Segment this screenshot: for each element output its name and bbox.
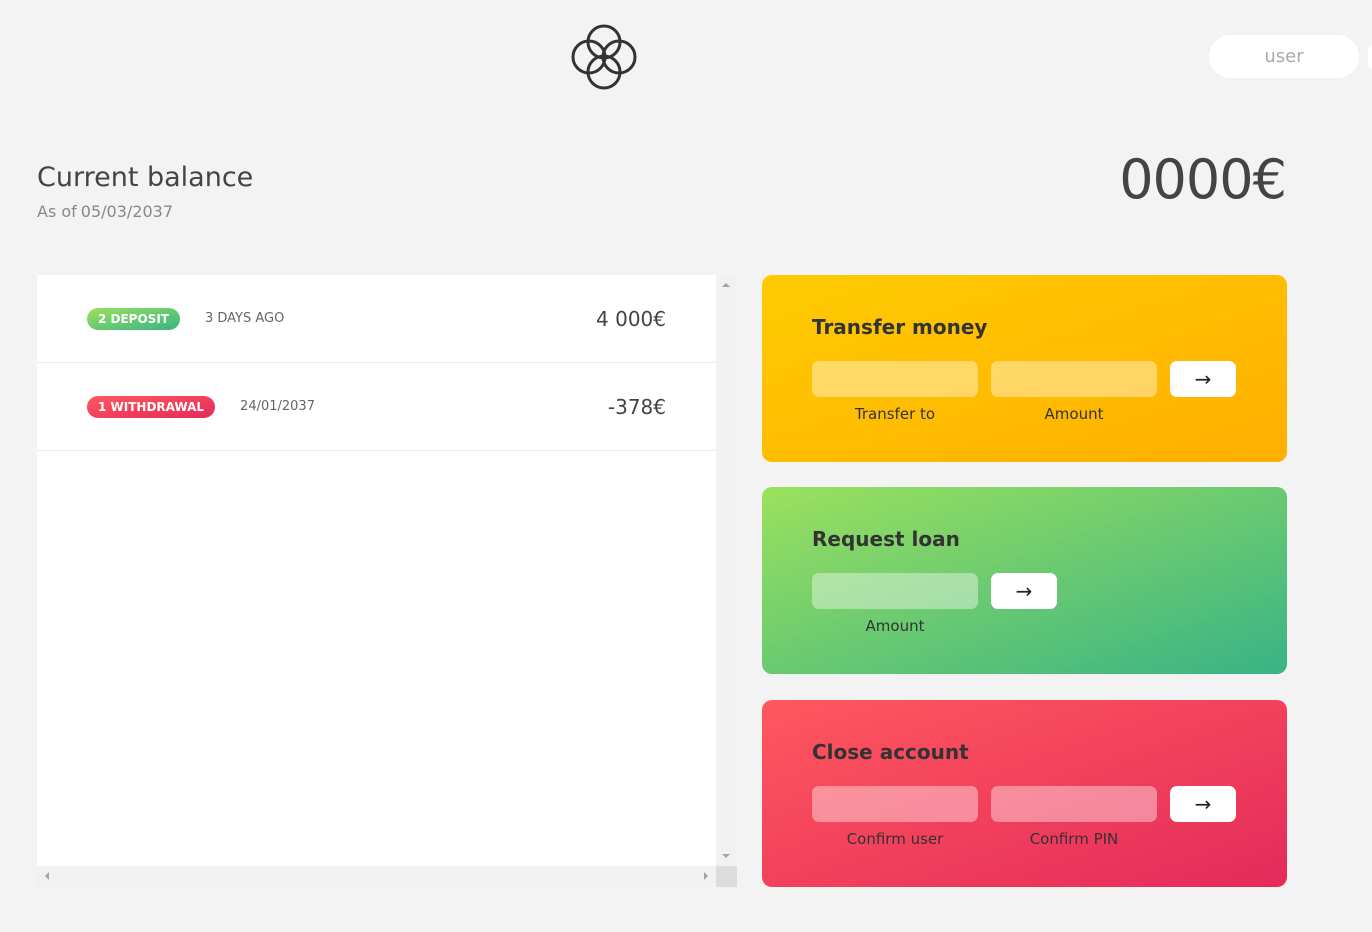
transfer-to-input[interactable] <box>812 361 978 397</box>
balance-date-label: As of <box>37 202 77 221</box>
scroll-up-arrow-icon[interactable] <box>722 283 730 287</box>
balance-date-value: 05/03/2037 <box>80 202 174 221</box>
transfer-title: Transfer money <box>812 315 988 339</box>
movement-row: 1 withdrawal 24/01/2037 -378€ <box>37 363 716 451</box>
loan-amount-label: Amount <box>865 617 925 635</box>
close-pin-label: Confirm PIN <box>1029 830 1119 848</box>
movement-date: 3 days ago <box>204 311 285 326</box>
movement-date: 24/01/2037 <box>240 399 315 414</box>
close-submit-button[interactable]: → <box>1170 786 1236 822</box>
close-account-card: Close account → Confirm user Confirm PIN <box>762 700 1287 887</box>
balance-value: 0000€ <box>1119 148 1287 211</box>
login-user-input[interactable] <box>1209 35 1359 78</box>
balance-date: As of 05/03/2037 <box>37 202 173 221</box>
four-circles-logo-icon <box>571 24 637 90</box>
loan-card: Request loan → Amount <box>762 487 1287 674</box>
bankist-app: Current balance As of05/03/2037 0000€ 2 … <box>0 0 1372 932</box>
movements-list: 2 deposit 3 days ago 4 000€ 1 withdrawal… <box>37 275 716 866</box>
transfer-form: → Transfer to Amount <box>812 361 1237 423</box>
transfer-card: Transfer money → Transfer to Amount <box>762 275 1287 462</box>
transfer-to-label: Transfer to <box>854 405 936 423</box>
movements-panel[interactable]: 2 deposit 3 days ago 4 000€ 1 withdrawal… <box>37 275 737 887</box>
scroll-left-arrow-icon[interactable] <box>45 872 49 880</box>
loan-form: → Amount <box>812 573 1237 635</box>
close-account-title: Close account <box>812 740 969 764</box>
movement-type-badge: 1 withdrawal <box>87 395 216 418</box>
horizontal-scrollbar[interactable] <box>37 866 716 887</box>
scrollbar-corner <box>716 866 737 887</box>
close-pin-input[interactable] <box>991 786 1157 822</box>
transfer-amount-input[interactable] <box>991 361 1157 397</box>
loan-title: Request loan <box>812 527 960 551</box>
close-account-form: → Confirm user Confirm PIN <box>812 786 1237 848</box>
transfer-amount-label: Amount <box>1044 405 1104 423</box>
movement-value: 4 000€ <box>596 306 666 331</box>
movement-row: 2 deposit 3 days ago 4 000€ <box>37 275 716 363</box>
scroll-down-arrow-icon[interactable] <box>722 854 730 858</box>
movement-type-badge: 2 deposit <box>87 307 180 330</box>
loan-submit-button[interactable]: → <box>991 573 1057 609</box>
close-user-label: Confirm user <box>846 830 944 848</box>
balance-title: Current balance <box>37 162 254 193</box>
vertical-scrollbar[interactable] <box>716 275 737 866</box>
transfer-submit-button[interactable]: → <box>1170 361 1236 397</box>
loan-amount-input[interactable] <box>812 573 978 609</box>
login-pin-input[interactable] <box>1368 45 1372 69</box>
movement-value: -378€ <box>607 394 666 419</box>
close-user-input[interactable] <box>812 786 978 822</box>
scroll-right-arrow-icon[interactable] <box>704 872 708 880</box>
